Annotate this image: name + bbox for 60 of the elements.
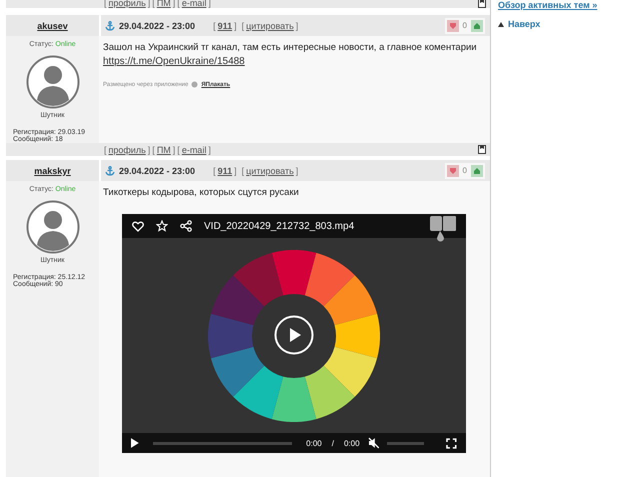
bracket: [ [242,20,244,30]
muted-speaker-icon[interactable] [368,437,380,449]
author-link[interactable]: makskyr [34,166,71,176]
share-icon[interactable] [180,220,192,232]
anchor-icon[interactable] [105,20,115,30]
post-date: 29.04.2022 - 23:00 [119,166,196,176]
bracket: [ [242,166,244,176]
post-text: Зашол на Украинский тг канал, там есть интересные новости, а главное коментарии [103,41,477,55]
bookmark-icon[interactable] [478,145,486,154]
play-icon[interactable] [131,438,139,448]
post-date: 29.04.2022 - 23:00 [119,20,196,30]
bookmark-icon[interactable] [478,0,486,8]
bracket: ] [234,166,237,176]
avatar-icon [26,55,80,109]
profile-link[interactable]: e-mail [182,144,206,154]
bracket: ] [208,144,211,154]
rating-link[interactable]: 911 [218,166,232,176]
back-to-top-link[interactable]: Наверх [508,19,540,29]
bracket: [ [213,20,216,30]
video-player[interactable]: VID_20220429_212732_803.mp4 0:00 / 0:00 [122,214,466,453]
bracket: [ [213,166,216,176]
like-button[interactable] [471,20,483,32]
time-separator: / [332,438,334,448]
quote-link[interactable]: цитировать [246,166,294,176]
dislike-button[interactable] [446,164,459,176]
author-link[interactable]: akusev [37,20,68,30]
rating-link[interactable]: 911 [218,20,232,30]
logo-icon [430,215,456,243]
bracket: [ [104,144,107,154]
bracket: ] [296,166,298,176]
heart-icon[interactable] [132,220,144,232]
up-arrow-icon [498,22,504,26]
star-icon[interactable] [156,220,168,232]
active-topics-link[interactable]: Обзор активных тем » [498,0,640,10]
duration: 0:00 [344,438,360,448]
bracket: ] [296,20,298,30]
volume-track[interactable] [387,442,424,444]
vote-count: 0 [462,166,467,175]
bracket: ] [234,20,237,30]
bracket: [ [152,144,155,154]
progress-track[interactable] [152,442,292,444]
profile-link[interactable]: ПМ [156,144,171,154]
profile-link[interactable]: ПМ [156,0,171,8]
quote-link[interactable]: цитировать [246,20,294,30]
bracket: [ [177,144,180,154]
bracket: ] [172,144,176,154]
like-button[interactable] [471,164,483,176]
app-icon [191,81,198,88]
post-link[interactable]: https://t.me/OpenUkraine/15488 [103,55,245,69]
avatar-icon [26,200,80,254]
anchor-icon[interactable] [105,166,115,176]
dislike-button[interactable] [446,20,459,32]
profile-link[interactable]: профиль [108,144,146,154]
play-button-icon[interactable] [274,315,314,355]
video-filename: VID_20220429_212732_803.mp4 [204,220,354,232]
vote-count: 0 [462,21,467,30]
bracket: ] [148,144,150,154]
post-text: Тикоткеры кодырова, которых сцутся русаки [103,186,299,200]
fullscreen-icon[interactable] [446,438,457,448]
current-time: 0:00 [306,438,322,448]
